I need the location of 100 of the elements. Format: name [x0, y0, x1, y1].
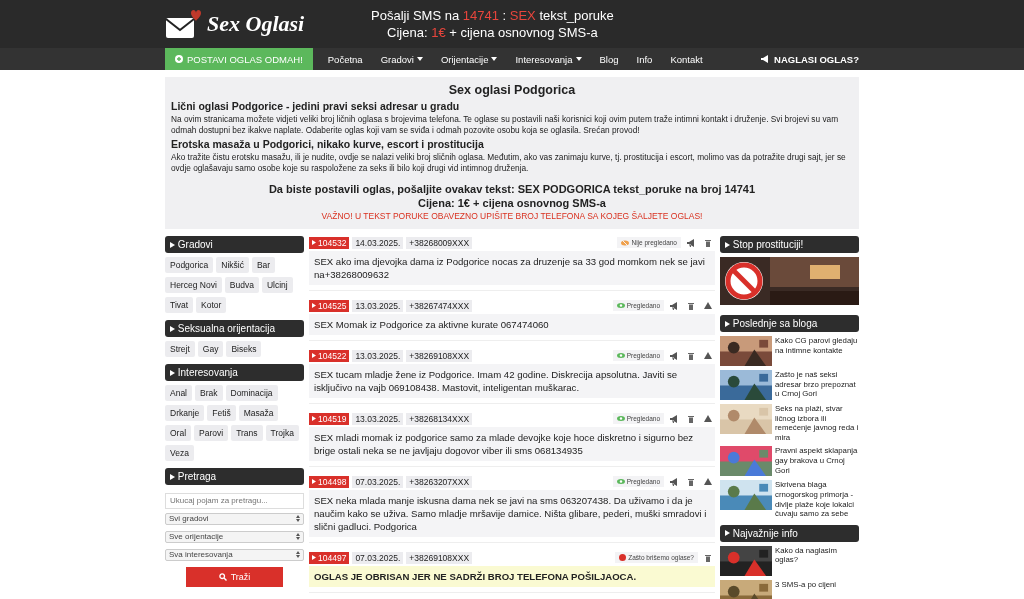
search-button[interactable]: Traži	[186, 566, 283, 587]
filter-tag[interactable]: Fetiš	[207, 405, 236, 421]
megaphone-icon[interactable]	[669, 351, 679, 360]
nav-link[interactable]: Gradovi	[371, 48, 432, 70]
sidebar-heading: Najvažnije info	[720, 524, 859, 542]
sms-instruction-text: Pošalji SMS na	[371, 8, 461, 23]
ad-date: 13.03.2025.	[352, 349, 404, 362]
eye-icon	[616, 353, 625, 358]
filter-tag[interactable]: Trojka	[265, 425, 299, 441]
sms-price-text: + cijena osnovnog SMS-a	[448, 25, 598, 40]
megaphone-icon	[761, 55, 770, 63]
sidebar-heading: Pretraga	[165, 468, 304, 485]
ad-phone: +38269108XXX	[406, 551, 473, 564]
price-note: Cijena: 1€ + cijena osnovnog SMS-a	[417, 196, 607, 210]
filter-tag[interactable]: Veza	[165, 445, 194, 461]
nav-link[interactable]: Interesovanja	[506, 48, 591, 70]
ad-text: SEX mladi momak iz podgorice samo za mlade devojke koje hoce diskretno i sigurno bez brige ostali neka se ne javljaju dogovor viber ili sms 068134935	[309, 427, 715, 461]
sms-instruction-text: SEX	[509, 8, 536, 23]
trash-icon[interactable]	[688, 414, 694, 423]
filter-tag[interactable]: Kotor	[196, 297, 227, 313]
ad-date: 14.03.2025.	[352, 236, 404, 249]
trash-icon[interactable]	[688, 477, 694, 486]
ad-text: OGLAS JE OBRISAN JER NE SADRŽI BROJ TELEFONA POŠILJAOCA.	[309, 566, 715, 587]
trash-icon[interactable]	[688, 301, 694, 310]
filter-tag[interactable]: Ulcinj	[261, 277, 293, 293]
filter-tag[interactable]: Masaža	[238, 405, 279, 421]
filter-tag[interactable]: Budva	[224, 277, 259, 293]
filter-tag[interactable]: Drkanje	[165, 405, 205, 421]
section-paragraph: Ako tražite čistu erotsku masažu, ili je nudite, ovdje se nalazi veliki broj sličnih oglasa. Međutim, ako vas zanimaju kurve, tj. prostitucija i escort, molimo vas da potražite drugi sajt, jer se ovdje oglašavaju samo osobe koje su raspoložene za seks ili bilo koji drugi vid intimnog druženja.	[171, 152, 847, 174]
trash-icon[interactable]	[705, 238, 711, 247]
ad-id-badge[interactable]: 104522	[309, 349, 350, 362]
nav-link[interactable]: Info	[627, 48, 662, 70]
ad-id-badge[interactable]: 104519	[309, 412, 350, 425]
site-logo[interactable]: Sex Oglasi	[207, 11, 305, 37]
section-paragraph: Na ovim stranicama možete vidjeti veliki broj ličnih oglasa s brojevima telefona. Te oglase su postavili naši korisnici koji ovim putem traže intimni kontakt i druženje. Svi brojevi su vam odmah dostupni bez ikakve naplate. Odaberite oglas koji vam se sviđa i odmah pozovite osobu koja se oglasila. Srećan provod!	[171, 114, 840, 136]
warning-note: VAŽNO! U TEKST PORUKE OBAVEZNO UPIŠITE BROJ TELEFONA SA KOJEG ŠALJETE OGLAS!	[320, 211, 704, 221]
ad-date: 07.03.2025.	[352, 475, 404, 488]
megaphone-icon[interactable]	[669, 477, 679, 486]
caret-icon	[312, 416, 316, 421]
warning-icon[interactable]	[704, 415, 712, 422]
sms-instruction-text: :	[501, 8, 508, 23]
warning-icon[interactable]	[704, 478, 712, 485]
nav-link[interactable]: Orijentacije	[431, 48, 507, 70]
nav-link[interactable]: Blog	[590, 48, 628, 70]
ad-date: 07.03.2025.	[352, 551, 404, 564]
ad-id-badge[interactable]: 104498	[309, 475, 350, 488]
filter-tag[interactable]: Bar	[251, 257, 276, 273]
caret-icon	[170, 473, 175, 480]
sms-instruction-text: 14741	[462, 8, 499, 23]
filter-tag[interactable]: Anal	[165, 385, 192, 401]
filter-tag[interactable]: Trans	[231, 425, 263, 441]
eye-icon	[616, 416, 625, 421]
filter-tag[interactable]: Strejt	[165, 341, 195, 357]
sidebar-heading: Poslednje sa bloga	[720, 315, 859, 332]
filter-tag[interactable]: Oral	[165, 425, 192, 441]
ad-phone: +38263207XXX	[406, 475, 473, 488]
trash-icon[interactable]	[705, 553, 711, 562]
filter-tag[interactable]: Nikšić	[216, 257, 249, 273]
megaphone-icon[interactable]	[669, 414, 679, 423]
section-heading: Erotska masaža u Podgorici, nikako kurve, escort i prostitucija	[171, 138, 485, 150]
eye-slash-icon	[621, 239, 630, 246]
page-title: Sex oglasi Podgorica	[447, 83, 577, 97]
caret-icon	[170, 369, 175, 376]
ad-id-badge[interactable]: 104525	[309, 299, 350, 312]
post-instruction: Da biste postavili oglas, pošaljite ovakav tekst: SEX PODGORICA tekst_poruke na broj 14741	[267, 182, 757, 196]
sms-instruction-text: tekst_poruke	[538, 8, 614, 23]
select-field[interactable]: Svi gradovi	[165, 512, 304, 525]
filter-tag[interactable]: Dominacija	[225, 385, 278, 401]
envelope-heart-icon	[165, 9, 201, 39]
trash-icon[interactable]	[688, 351, 694, 360]
ad-id-badge[interactable]: 104532	[309, 236, 350, 249]
select-field[interactable]: Sve orijentacije	[165, 530, 304, 543]
warning-icon[interactable]	[704, 352, 712, 359]
select-field[interactable]: Sva interesovanja	[165, 548, 304, 561]
filter-tag[interactable]: Gay	[197, 341, 224, 357]
megaphone-icon[interactable]	[686, 238, 696, 247]
filter-tag[interactable]: Herceg Novi	[165, 277, 222, 293]
ad-text: SEX tucam mladje žene iz Podgorice. Imam 42 godine. Diskrecija apsolutna. Javiti se isključivo na vajb 069108438. Mastovit, inteligentan muškarac.	[309, 364, 715, 398]
ad-text: SEX Momak iz Podgorice za aktivne kurate 067474060	[309, 314, 715, 335]
caret-icon	[312, 353, 316, 358]
search-field[interactable]: Ukucaj pojam za pretragu...	[165, 492, 304, 509]
filter-tag[interactable]: Brak	[195, 385, 223, 401]
caret-icon	[725, 320, 730, 327]
promote-link[interactable]: NAGLASI OGLAS?	[761, 53, 859, 65]
nav-link[interactable]: Kontakt	[661, 48, 712, 70]
caret-icon	[170, 325, 175, 332]
eye-icon	[616, 479, 625, 484]
megaphone-icon[interactable]	[669, 301, 679, 310]
select-arrows-icon	[296, 515, 300, 522]
nav-link[interactable]: Početna	[318, 48, 372, 70]
warning-icon[interactable]	[704, 302, 712, 309]
ad-id-badge[interactable]: 104497	[309, 551, 350, 564]
sms-price-text: Cijena:	[387, 25, 429, 40]
ad-phone: +38268134XXX	[406, 412, 473, 425]
caret-icon	[725, 530, 730, 537]
filter-tag[interactable]: Biseks	[226, 341, 262, 357]
filter-tag[interactable]: Tivat	[165, 297, 194, 313]
select-arrows-icon	[296, 551, 300, 558]
filter-tag[interactable]: Podgorica	[165, 257, 214, 273]
filter-tag[interactable]: Parovi	[194, 425, 229, 441]
